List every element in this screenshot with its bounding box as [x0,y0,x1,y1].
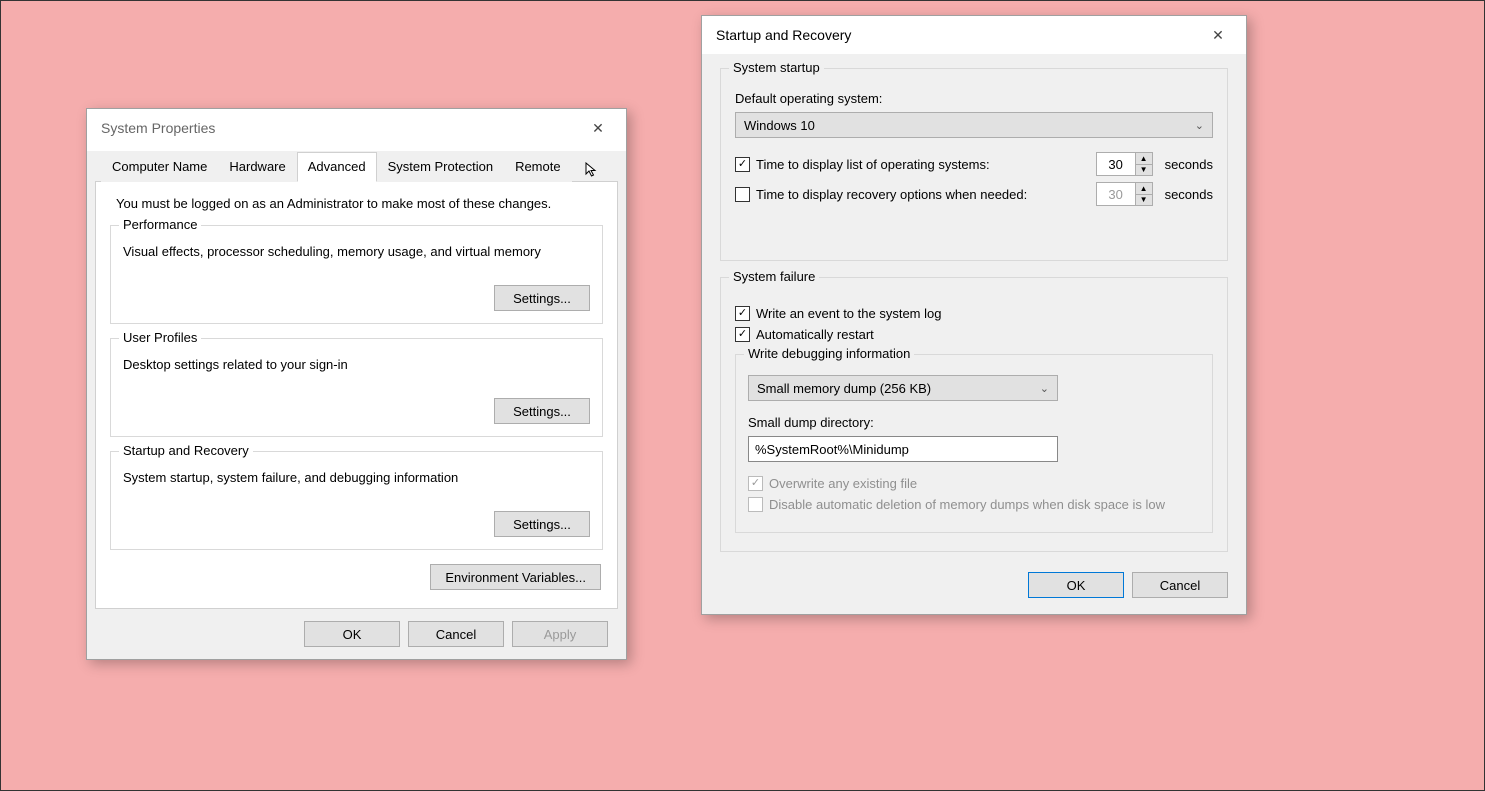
time-list-value[interactable] [1097,153,1135,175]
titlebar: Startup and Recovery ✕ [702,16,1246,54]
tab-strip: Computer Name Hardware Advanced System P… [95,151,618,182]
system-failure-legend: System failure [729,269,819,284]
user-profiles-group: User Profiles Desktop settings related t… [110,338,603,437]
time-recovery-spinner: ▲▼ [1096,182,1153,206]
time-recovery-checkbox[interactable] [735,187,750,202]
seconds-label: seconds [1165,157,1213,172]
startup-recovery-legend: Startup and Recovery [119,443,253,458]
write-event-label: Write an event to the system log [756,306,941,321]
overwrite-checkbox [748,476,763,491]
dump-type-value: Small memory dump (256 KB) [757,381,931,396]
startup-recovery-settings-button[interactable]: Settings... [494,511,590,537]
titlebar: System Properties ✕ [87,109,626,147]
admin-warning-text: You must be logged on as an Administrato… [116,196,603,211]
environment-variables-button[interactable]: Environment Variables... [430,564,601,590]
time-list-checkbox[interactable] [735,157,750,172]
cancel-button[interactable]: Cancel [1132,572,1228,598]
seconds-label: seconds [1165,187,1213,202]
tab-hardware[interactable]: Hardware [218,152,296,182]
write-debug-info-legend: Write debugging information [744,346,914,361]
dump-type-combo[interactable]: Small memory dump (256 KB) ⌄ [748,375,1058,401]
apply-button[interactable]: Apply [512,621,608,647]
system-startup-group: System startup Default operating system:… [720,68,1228,261]
system-startup-legend: System startup [729,60,824,75]
tab-remote[interactable]: Remote [504,152,572,182]
tab-advanced[interactable]: Advanced [297,152,377,182]
auto-restart-label: Automatically restart [756,327,874,342]
tab-computer-name[interactable]: Computer Name [101,152,218,182]
disable-auto-delete-label: Disable automatic deletion of memory dum… [769,497,1165,512]
user-profiles-legend: User Profiles [119,330,201,345]
system-failure-group: System failure Write an event to the sys… [720,277,1228,552]
startup-recovery-group: Startup and Recovery System startup, sys… [110,451,603,550]
time-list-label: Time to display list of operating system… [756,157,1084,172]
ok-button[interactable]: OK [1028,572,1124,598]
close-icon[interactable]: ✕ [578,114,618,142]
user-profiles-desc: Desktop settings related to your sign-in [123,357,590,372]
performance-group: Performance Visual effects, processor sc… [110,225,603,324]
default-os-value: Windows 10 [744,118,815,133]
window-title: System Properties [101,120,215,136]
write-event-checkbox[interactable] [735,306,750,321]
dump-dir-textbox[interactable] [748,436,1058,462]
spinner-down-icon[interactable]: ▼ [1136,165,1152,176]
startup-recovery-desc: System startup, system failure, and debu… [123,470,590,485]
performance-desc: Visual effects, processor scheduling, me… [123,244,590,259]
default-os-combo[interactable]: Windows 10 ⌄ [735,112,1213,138]
startup-recovery-dialog: Startup and Recovery ✕ System startup De… [701,15,1247,615]
chevron-down-icon: ⌄ [1195,119,1204,132]
disable-auto-delete-checkbox [748,497,763,512]
time-recovery-label: Time to display recovery options when ne… [756,187,1084,202]
chevron-down-icon: ⌄ [1040,382,1049,395]
advanced-tab-panel: You must be logged on as an Administrato… [95,182,618,609]
dump-dir-label: Small dump directory: [748,415,1200,430]
spinner-up-icon: ▲ [1136,183,1152,195]
time-recovery-value [1097,183,1135,205]
time-list-spinner[interactable]: ▲▼ [1096,152,1153,176]
cancel-button[interactable]: Cancel [408,621,504,647]
tab-system-protection[interactable]: System Protection [377,152,505,182]
close-icon[interactable]: ✕ [1198,21,1238,49]
ok-button[interactable]: OK [304,621,400,647]
spinner-up-icon[interactable]: ▲ [1136,153,1152,165]
window-title: Startup and Recovery [716,27,851,43]
default-os-label: Default operating system: [735,91,1213,106]
user-profiles-settings-button[interactable]: Settings... [494,398,590,424]
spinner-down-icon: ▼ [1136,195,1152,206]
auto-restart-checkbox[interactable] [735,327,750,342]
system-properties-dialog: System Properties ✕ Computer Name Hardwa… [86,108,627,660]
overwrite-label: Overwrite any existing file [769,476,917,491]
performance-settings-button[interactable]: Settings... [494,285,590,311]
write-debug-info-group: Write debugging information Small memory… [735,354,1213,533]
performance-legend: Performance [119,217,201,232]
cursor-icon [585,162,601,178]
